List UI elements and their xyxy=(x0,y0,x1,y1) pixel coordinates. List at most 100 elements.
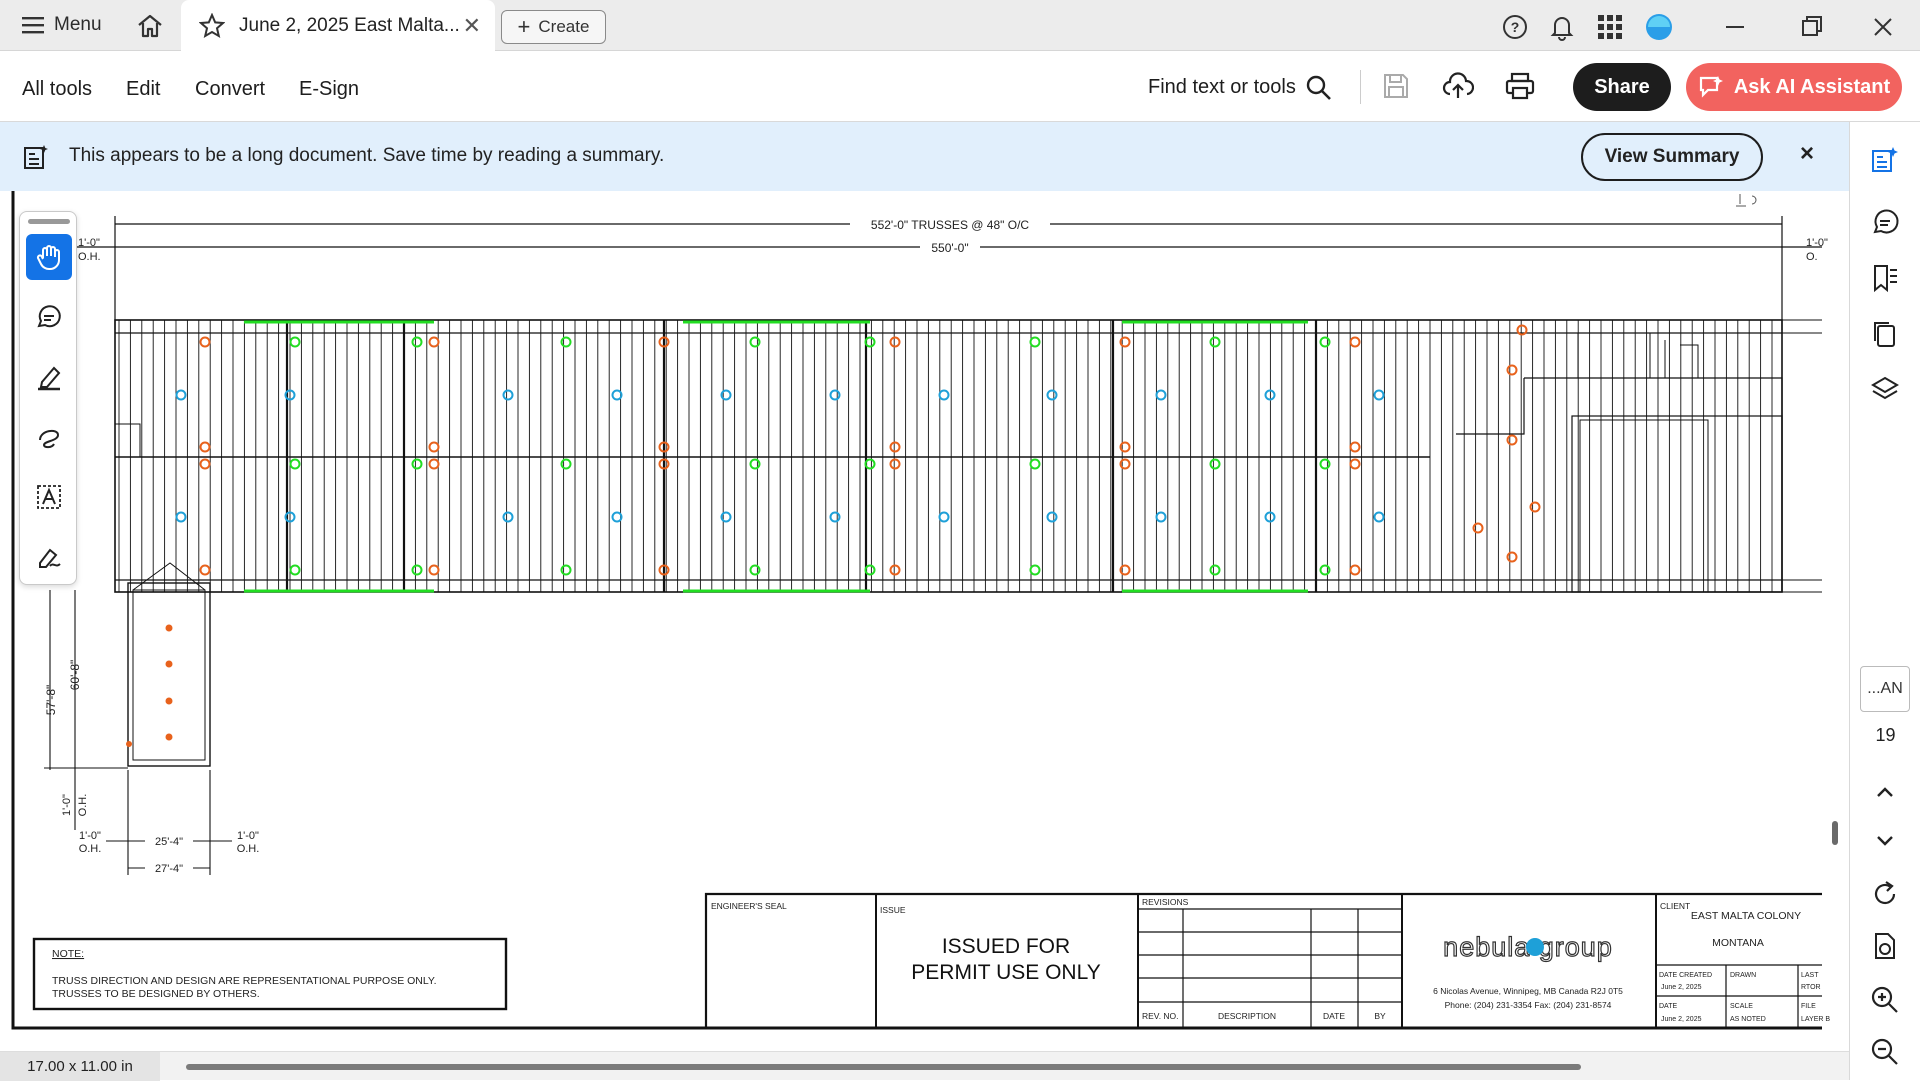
dim-1-0-v: 1'-0" xyxy=(61,794,73,816)
dim-oh-right: O.H. xyxy=(237,843,260,855)
date-value: June 2, 2025 xyxy=(1661,1016,1702,1023)
cyan-marker xyxy=(1046,389,1058,401)
zoom-out-icon[interactable] xyxy=(1869,1036,1901,1068)
green-marker xyxy=(560,458,572,470)
green-marker xyxy=(411,336,423,348)
help-icon[interactable]: ? xyxy=(1501,13,1529,41)
orange-marker xyxy=(428,336,440,348)
green-marker xyxy=(1209,564,1221,576)
sign-tool[interactable] xyxy=(26,534,72,580)
summary-panel-icon[interactable] xyxy=(1869,144,1901,176)
tab-document[interactable]: June 2, 2025 East Malta... ✕ xyxy=(181,0,495,52)
green-marker xyxy=(1029,336,1041,348)
green-marker xyxy=(411,458,423,470)
rev-no-label: REV. NO. xyxy=(1142,1011,1179,1021)
close-window-icon[interactable] xyxy=(1868,12,1898,42)
palette-drag-handle[interactable] xyxy=(28,219,70,224)
green-marker xyxy=(1209,336,1221,348)
comment-icon[interactable] xyxy=(1869,206,1901,238)
bookmark-icon[interactable] xyxy=(1869,262,1901,294)
home-button[interactable] xyxy=(136,12,164,40)
green-marker xyxy=(1319,564,1331,576)
highlight-tool[interactable] xyxy=(26,354,72,400)
client-label: CLIENT xyxy=(1660,901,1690,911)
last-value: RTOR xyxy=(1801,984,1821,991)
zoom-in-icon[interactable] xyxy=(1869,984,1901,1016)
print-icon[interactable] xyxy=(1504,71,1536,101)
chevron-down-icon[interactable] xyxy=(1869,824,1901,856)
company-phone: Phone: (204) 231-3354 Fax: (204) 231-857… xyxy=(1445,1000,1612,1010)
document-viewer[interactable]: 552'-0" TRUSSES @ 48" O/C 550'-0" 1'-0" … xyxy=(0,191,1849,1051)
vertical-scrollbar[interactable] xyxy=(1832,821,1838,845)
draw-tool[interactable] xyxy=(26,414,72,460)
dim-oh-left: O.H. xyxy=(79,843,102,855)
layers-icon[interactable] xyxy=(1869,374,1901,406)
green-marker xyxy=(1319,458,1331,470)
summary-banner: This appears to be a long document. Save… xyxy=(0,122,1849,191)
cyan-marker xyxy=(829,389,841,401)
page-thumbnail-badge[interactable]: ...AN xyxy=(1860,666,1910,712)
menu-convert[interactable]: Convert xyxy=(195,78,265,101)
orange-marker xyxy=(199,564,211,576)
bell-icon[interactable] xyxy=(1548,13,1576,41)
cyan-marker xyxy=(502,511,514,523)
chevron-up-icon[interactable] xyxy=(1869,776,1901,808)
avatar[interactable] xyxy=(1644,12,1674,42)
dim-overall-label: 550'-0" xyxy=(931,241,968,255)
menu-edit[interactable]: Edit xyxy=(126,78,160,101)
scale-label: SCALE xyxy=(1730,1003,1753,1010)
restore-icon[interactable] xyxy=(1796,12,1826,42)
dim-1-0-right: 1'-0" xyxy=(237,830,259,842)
svg-text:?: ? xyxy=(1511,19,1520,35)
rev-date-label: DATE xyxy=(1323,1011,1345,1021)
corner-annotation xyxy=(1736,194,1757,207)
horizontal-scrollbar[interactable] xyxy=(186,1064,1581,1070)
plus-icon: + xyxy=(517,14,531,39)
green-marker xyxy=(1319,336,1331,348)
pages-icon[interactable] xyxy=(1869,318,1901,350)
right-rail: ...AN 19 xyxy=(1849,122,1920,1080)
orange-marker xyxy=(889,458,901,470)
hand-tool[interactable] xyxy=(26,234,72,280)
truss-lines xyxy=(118,320,1773,592)
orange-marker xyxy=(1349,336,1361,348)
menu-button[interactable]: Menu xyxy=(22,14,102,36)
text-tool[interactable] xyxy=(26,474,72,520)
lower-dimension-lines xyxy=(44,590,232,875)
orange-marker xyxy=(199,441,211,453)
minimize-icon[interactable] xyxy=(1720,12,1750,42)
cloud-upload-icon[interactable] xyxy=(1442,71,1474,101)
revisions-label: REVISIONS xyxy=(1142,897,1189,907)
create-button[interactable]: + Create xyxy=(501,10,606,44)
menu-all-tools[interactable]: All tools xyxy=(22,78,92,101)
share-button[interactable]: Share xyxy=(1573,63,1671,111)
text-box-icon xyxy=(37,485,61,509)
menu-esign[interactable]: E-Sign xyxy=(299,78,359,101)
rotate-icon[interactable] xyxy=(1869,878,1901,910)
dim-57-8: 57'-8" xyxy=(44,685,58,716)
dim-left-oh: O.H. xyxy=(78,251,101,263)
close-banner-icon[interactable]: × xyxy=(1800,140,1814,168)
view-summary-button[interactable]: View Summary xyxy=(1581,133,1763,181)
save-icon[interactable] xyxy=(1382,72,1410,100)
title-block xyxy=(704,892,1822,1028)
apps-grid-icon[interactable] xyxy=(1597,14,1623,40)
dim-1-0-left: 1'-0" xyxy=(79,830,101,842)
dim-oh-v: O.H. xyxy=(77,794,89,817)
document-sync-icon[interactable] xyxy=(1869,930,1901,962)
ask-ai-assistant-button[interactable]: Ask AI Assistant xyxy=(1686,63,1902,111)
orange-marker xyxy=(428,564,440,576)
ai-label: Ask AI Assistant xyxy=(1733,75,1891,98)
pen-sign-icon xyxy=(39,548,61,568)
orange-marker xyxy=(428,458,440,470)
find-text-or-tools[interactable]: Find text or tools xyxy=(1148,76,1296,99)
comment-tool[interactable] xyxy=(26,294,72,340)
company-address: 6 Nicolas Avenue, Winnipeg, MB Canada R2… xyxy=(1433,986,1623,996)
star-icon[interactable] xyxy=(199,13,225,39)
search-icon[interactable] xyxy=(1305,74,1333,102)
close-tab-icon[interactable]: ✕ xyxy=(463,13,481,39)
cyan-marker xyxy=(1046,511,1058,523)
orange-marker xyxy=(1349,441,1361,453)
date-created-label: DATE CREATED xyxy=(1659,972,1712,979)
create-label: Create xyxy=(538,17,590,36)
